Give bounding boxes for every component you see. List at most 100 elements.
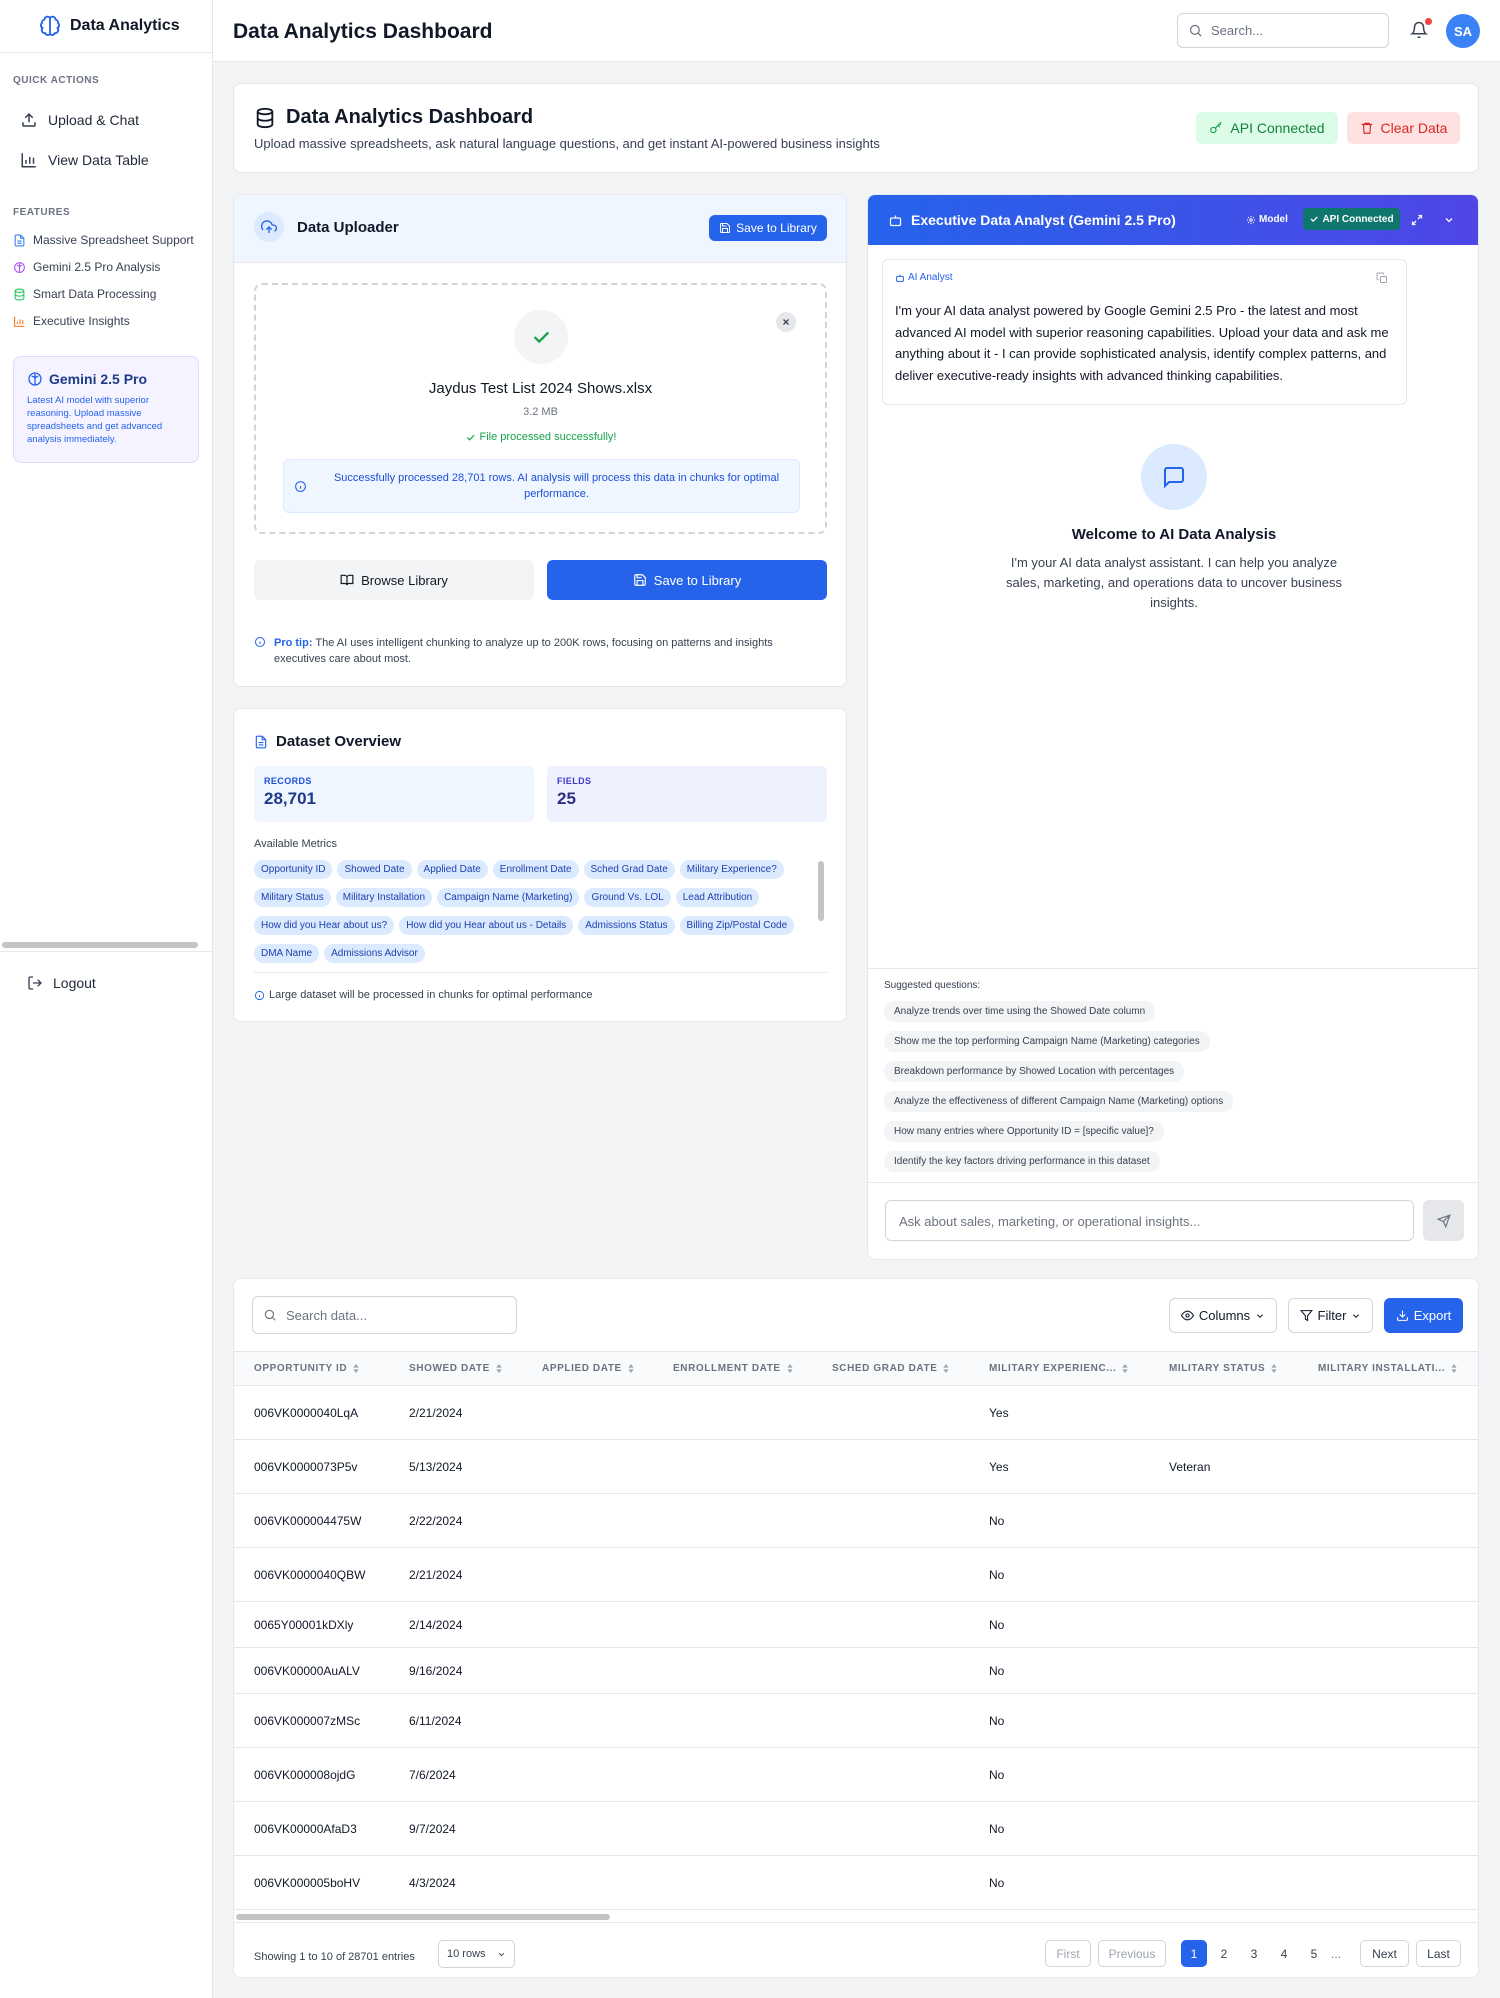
- brain-icon: [38, 14, 62, 38]
- info-icon: [294, 480, 307, 493]
- sidebar-scrollbar[interactable]: [2, 942, 198, 948]
- chat-input[interactable]: Ask about sales, marketing, or operation…: [885, 1200, 1414, 1241]
- table-cell: 0065Y00001kDXly: [254, 1618, 354, 1632]
- pagination-first[interactable]: First: [1045, 1940, 1091, 1967]
- browse-library-button[interactable]: Browse Library: [254, 560, 534, 600]
- info-text: Successfully processed 28,701 rows. AI a…: [333, 472, 780, 500]
- close-icon[interactable]: [776, 312, 796, 332]
- save-to-library-small-button[interactable]: Save to Library: [709, 215, 827, 241]
- sidebar-item-view-data-table[interactable]: View Data Table: [13, 142, 199, 178]
- sidebar-brand[interactable]: Data Analytics: [0, 0, 212, 53]
- bubble-text: I'm your AI data analyst powered by Goog…: [895, 303, 1389, 383]
- column-header[interactable]: APPLIED DATE: [542, 1363, 635, 1374]
- records-value: 28,701: [264, 789, 316, 808]
- sort-icon[interactable]: [1450, 1364, 1458, 1373]
- table-row[interactable]: 006VK000004475W 2/22/2024 No: [234, 1494, 1478, 1548]
- sidebar-item-upload-chat[interactable]: Upload & Chat: [13, 102, 199, 138]
- logout-button[interactable]: Logout: [20, 965, 206, 1001]
- metrics-scrollbar[interactable]: [818, 861, 824, 921]
- column-header[interactable]: MILITARY EXPERIENC...: [989, 1363, 1129, 1374]
- fields-value: 25: [557, 789, 576, 808]
- message-square-icon: [1141, 444, 1207, 510]
- topbar: Data Analytics Dashboard Search... SA: [213, 0, 1500, 62]
- table-row[interactable]: 006VK00000AfaD3 9/7/2024 No: [234, 1802, 1478, 1856]
- pagination-next[interactable]: Next: [1360, 1940, 1409, 1967]
- table-cell: 006VK0000040LqA: [254, 1406, 359, 1420]
- status-text: File processed successfully!: [479, 431, 617, 443]
- features-title: FEATURES: [13, 207, 71, 218]
- copy-icon[interactable]: [1376, 272, 1388, 284]
- table-cell: 006VK0000073P5v: [254, 1460, 358, 1474]
- suggestion-chip[interactable]: Identify the key factors driving perform…: [884, 1151, 1160, 1172]
- table-row[interactable]: 006VK000007zMSc 6/11/2024 No: [234, 1694, 1478, 1748]
- welcome-title: Welcome to AI Data Analysis: [1071, 526, 1277, 543]
- pagination-page-2[interactable]: 2: [1211, 1940, 1237, 1967]
- suggestion-chip[interactable]: Breakdown performance by Showed Location…: [884, 1061, 1185, 1082]
- table-row[interactable]: 006VK0000040QBW 2/21/2024 No: [234, 1548, 1478, 1602]
- clear-data-button[interactable]: Clear Data: [1347, 112, 1460, 144]
- metric-chip: Billing Zip/Postal Code: [679, 916, 795, 935]
- sort-icon[interactable]: [495, 1364, 503, 1373]
- model-button[interactable]: Model: [1246, 214, 1288, 225]
- table-cell: No: [989, 1714, 1005, 1728]
- table-row[interactable]: 006VK00000AuALV 9/16/2024 No: [234, 1648, 1478, 1694]
- dataset-overview-card: Dataset Overview RECORDS 28,701 FIELDS 2…: [233, 708, 847, 1022]
- header-subtitle: Upload massive spreadsheets, ask natural…: [254, 136, 880, 151]
- pagination-page-3[interactable]: 3: [1241, 1940, 1267, 1967]
- table-search-input[interactable]: Search data...: [252, 1296, 517, 1334]
- sort-icon[interactable]: [352, 1364, 360, 1373]
- table-row[interactable]: 006VK0000073P5v 5/13/2024 Yes Veteran: [234, 1440, 1478, 1494]
- file-dropzone[interactable]: Jaydus Test List 2024 Shows.xlsx 3.2 MB …: [254, 283, 827, 534]
- metric-chip: Sched Grad Date: [583, 860, 675, 879]
- pagination-last[interactable]: Last: [1416, 1940, 1461, 1967]
- column-header[interactable]: MILITARY STATUS: [1169, 1363, 1278, 1374]
- send-button[interactable]: [1423, 1200, 1464, 1241]
- bar-chart-icon: [13, 315, 26, 328]
- table-row[interactable]: 006VK0000040LqA 2/21/2024 Yes: [234, 1386, 1478, 1440]
- save-to-library-button[interactable]: Save to Library: [547, 560, 827, 600]
- expand-icon[interactable]: [1411, 214, 1423, 226]
- suggestion-chip[interactable]: Analyze the effectiveness of different C…: [884, 1091, 1234, 1112]
- data-uploader-card: Data Uploader Save to Library Jaydus Tes…: [233, 194, 847, 687]
- pagination-page-5[interactable]: 5: [1301, 1940, 1327, 1967]
- chevron-down-icon: [497, 1950, 506, 1959]
- sort-icon[interactable]: [1121, 1364, 1129, 1373]
- suggestion-chip[interactable]: Analyze trends over time using the Showe…: [884, 1001, 1156, 1022]
- column-header[interactable]: OPPORTUNITY ID: [254, 1363, 360, 1374]
- column-header[interactable]: SHOWED DATE: [409, 1363, 503, 1374]
- sort-icon[interactable]: [627, 1364, 635, 1373]
- filter-button[interactable]: Filter: [1288, 1298, 1373, 1333]
- table-cell: 006VK000007zMSc: [254, 1714, 361, 1728]
- pagination-page-1[interactable]: 1: [1181, 1940, 1207, 1967]
- table-row[interactable]: 0065Y00001kDXly 2/14/2024 No: [234, 1602, 1478, 1648]
- column-header[interactable]: SCHED GRAD DATE: [832, 1363, 950, 1374]
- sort-icon[interactable]: [786, 1364, 794, 1373]
- column-header[interactable]: MILITARY INSTALLATI...: [1318, 1363, 1458, 1374]
- suggestion-chip[interactable]: Show me the top performing Campaign Name…: [884, 1031, 1210, 1052]
- search-icon: [1188, 23, 1203, 38]
- key-icon: [1209, 121, 1223, 135]
- pagination-page-4[interactable]: 4: [1271, 1940, 1297, 1967]
- pagination-previous[interactable]: Previous: [1098, 1940, 1166, 1967]
- chevron-down-icon[interactable]: [1443, 214, 1455, 226]
- feature-smart-processing: Smart Data Processing: [13, 287, 156, 301]
- metric-chip: Admissions Advisor: [324, 944, 425, 963]
- rows-per-page-select[interactable]: 10 rows: [438, 1940, 515, 1968]
- table-cell: 4/3/2024: [409, 1876, 456, 1890]
- columns-button[interactable]: Columns: [1169, 1298, 1277, 1333]
- sort-icon[interactable]: [942, 1364, 950, 1373]
- divider: [254, 972, 827, 973]
- column-header[interactable]: ENROLLMENT DATE: [673, 1363, 794, 1374]
- sort-icon[interactable]: [1270, 1364, 1278, 1373]
- global-search-input[interactable]: Search...: [1177, 13, 1389, 48]
- export-button[interactable]: Export: [1384, 1298, 1463, 1333]
- table-row[interactable]: 006VK000005boHV 4/3/2024 No: [234, 1856, 1478, 1910]
- avatar[interactable]: SA: [1446, 14, 1480, 48]
- table-scrollbar[interactable]: [236, 1914, 610, 1920]
- suggestion-chip[interactable]: How many entries where Opportunity ID = …: [884, 1121, 1164, 1142]
- info-icon: [254, 636, 266, 648]
- table-row[interactable]: 006VK000008ojdG 7/6/2024 No: [234, 1748, 1478, 1802]
- bar-chart-icon: [20, 151, 38, 169]
- table-cell: 2/22/2024: [409, 1514, 463, 1528]
- brain-icon: [27, 371, 43, 387]
